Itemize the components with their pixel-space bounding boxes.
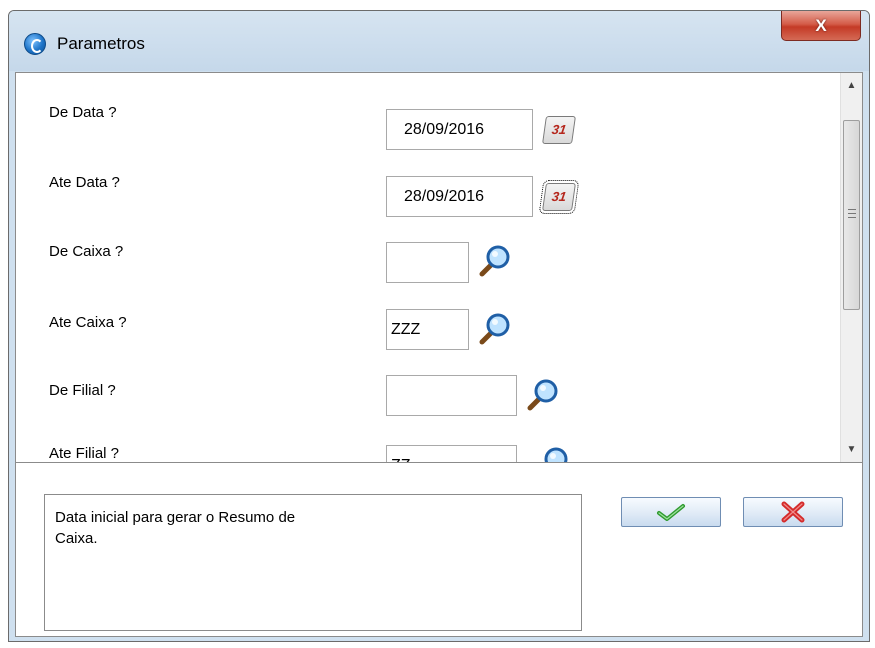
search-icon[interactable] bbox=[536, 445, 570, 463]
vertical-scrollbar[interactable]: ▲ ▼ bbox=[840, 73, 862, 462]
title-bar[interactable]: Parametros X bbox=[9, 11, 869, 71]
parameter-description: Data inicial para gerar o Resumo de Caix… bbox=[44, 494, 582, 631]
param-label-ate-caixa: Ate Caixa ? bbox=[49, 314, 127, 331]
x-icon bbox=[781, 501, 805, 523]
param-label-ate-filial: Ate Filial ? bbox=[49, 445, 120, 462]
close-button[interactable]: X bbox=[781, 11, 861, 41]
grip-icon bbox=[848, 209, 856, 218]
calendar-icon[interactable]: 31 bbox=[542, 116, 576, 144]
ate-data-input[interactable]: 28/09/2016 bbox=[386, 176, 533, 217]
cancel-button[interactable] bbox=[743, 497, 843, 527]
de-filial-input[interactable] bbox=[386, 375, 517, 416]
ate-caixa-input[interactable]: ZZZ bbox=[386, 309, 469, 350]
ok-button[interactable] bbox=[621, 497, 721, 527]
scroll-down-arrow-icon[interactable]: ▼ bbox=[841, 439, 862, 461]
calendar-icon[interactable]: 31 bbox=[538, 180, 580, 214]
search-icon[interactable] bbox=[526, 377, 560, 411]
de-caixa-input[interactable] bbox=[386, 242, 469, 283]
param-label-de-caixa: De Caixa ? bbox=[49, 243, 124, 260]
parametros-dialog: Parametros X De Data ? 28/09/2016 31 Ate… bbox=[8, 10, 870, 642]
window-title: Parametros bbox=[57, 34, 145, 53]
de-data-input[interactable]: 28/09/2016 bbox=[386, 109, 533, 150]
scroll-up-arrow-icon[interactable]: ▲ bbox=[841, 75, 862, 97]
parameters-panel: De Data ? 28/09/2016 31 Ate Data ? 28/09… bbox=[16, 73, 862, 463]
scrollbar-thumb[interactable] bbox=[843, 120, 860, 310]
ate-filial-input[interactable]: ZZ bbox=[386, 445, 517, 462]
dialog-content: De Data ? 28/09/2016 31 Ate Data ? 28/09… bbox=[15, 72, 863, 637]
app-icon bbox=[24, 33, 46, 55]
param-label-ate-data: Ate Data ? bbox=[49, 174, 120, 191]
search-icon[interactable] bbox=[478, 311, 512, 345]
search-icon[interactable] bbox=[478, 243, 512, 277]
param-label-de-filial: De Filial ? bbox=[49, 382, 116, 399]
checkmark-icon bbox=[657, 504, 685, 521]
param-label-de-data: De Data ? bbox=[49, 104, 117, 121]
